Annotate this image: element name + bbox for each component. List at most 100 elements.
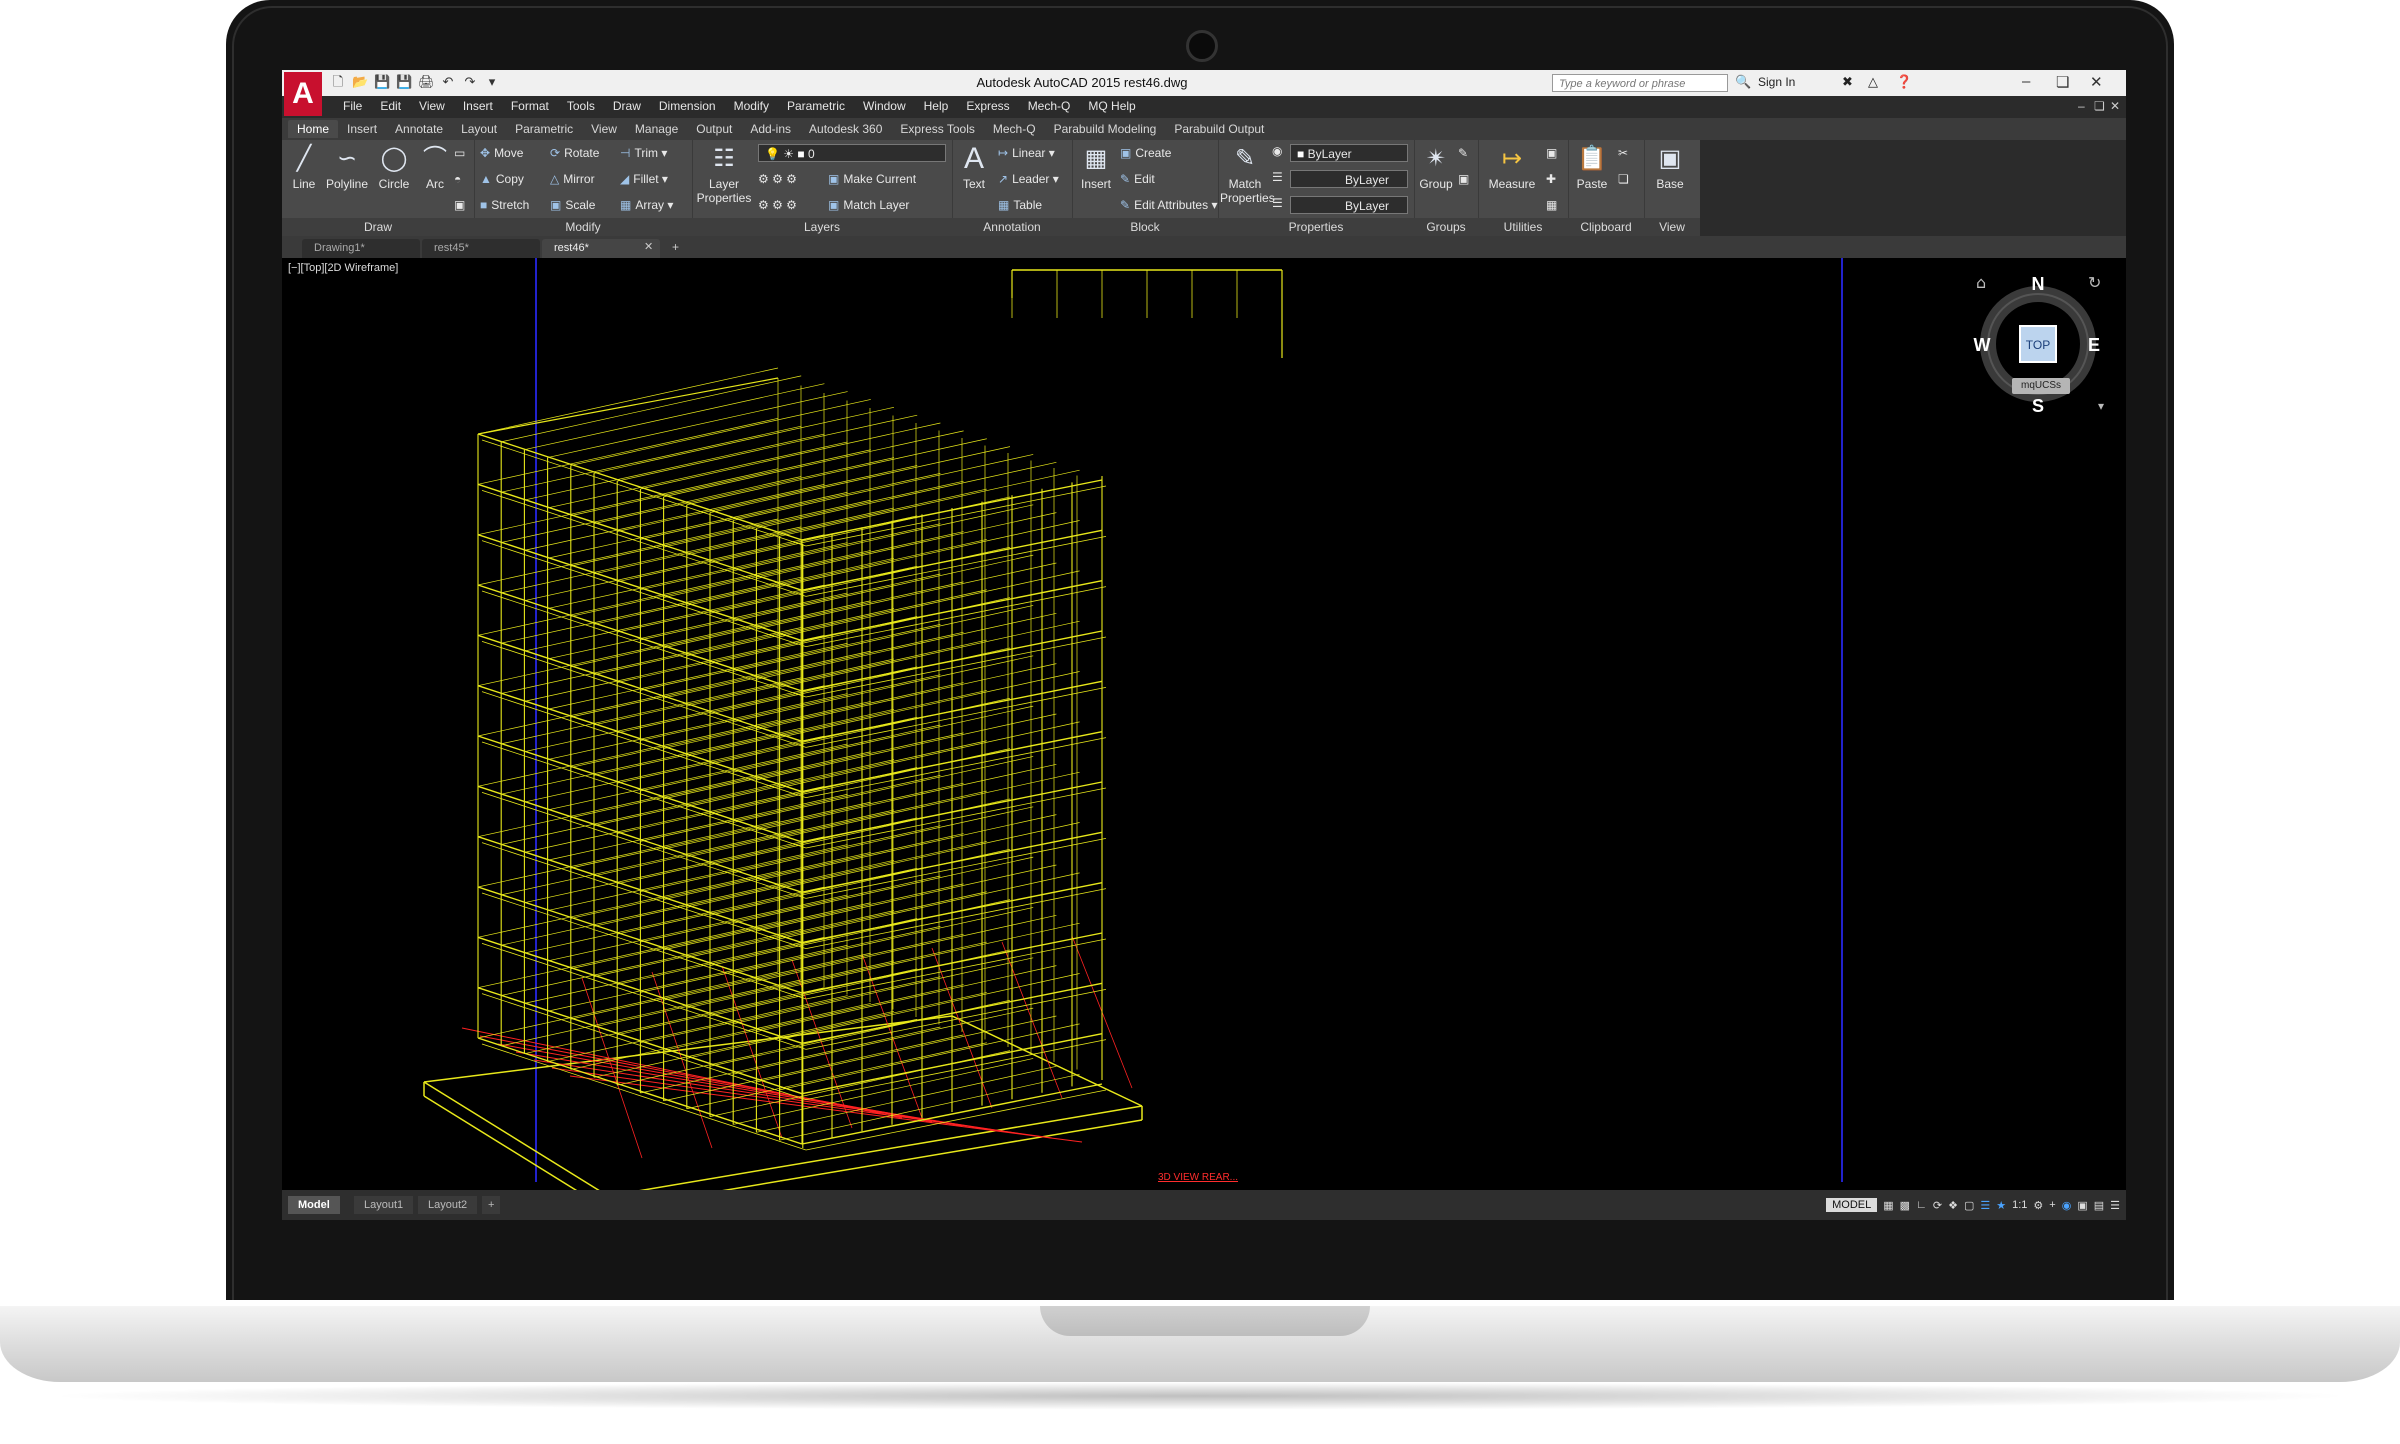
panel-title-clipboard[interactable]: Clipboard bbox=[1568, 218, 1644, 236]
rectangle-icon[interactable]: ▭ bbox=[454, 146, 465, 160]
doc-tab-rest45[interactable]: rest45* bbox=[422, 239, 540, 258]
quick-select-icon[interactable]: ▣ bbox=[1546, 146, 1557, 160]
tab-annotate[interactable]: Annotate bbox=[386, 120, 452, 138]
menu-format[interactable]: Format bbox=[502, 99, 558, 113]
point-icon[interactable]: ✚ bbox=[1546, 172, 1556, 186]
plus-icon[interactable]: + bbox=[2049, 1199, 2055, 1211]
redo-icon[interactable]: ↷ bbox=[462, 74, 478, 90]
linetype-dropdown[interactable]: ByLayer bbox=[1290, 170, 1408, 188]
match-layer-button[interactable]: ▣ Match Layer bbox=[828, 198, 909, 212]
match-properties-button[interactable]: ✎ Match Properties bbox=[1220, 144, 1275, 205]
fillet-button[interactable]: ◢ Fillet ▾ bbox=[620, 172, 668, 186]
edit-attributes-button[interactable]: ✎ Edit Attributes ▾ bbox=[1120, 198, 1217, 212]
menu-dimension[interactable]: Dimension bbox=[650, 99, 725, 113]
fullscreen-icon[interactable]: ▤ bbox=[2094, 1199, 2104, 1212]
hatch-icon[interactable]: ◓ bbox=[454, 172, 461, 186]
annotation-visibility-icon[interactable]: ★ bbox=[1996, 1199, 2006, 1212]
a360-icon[interactable]: △ bbox=[1868, 74, 1878, 90]
viewcube[interactable]: TOP N S E W ⌂ ↻ ▾ bbox=[1974, 273, 2105, 416]
menu-express[interactable]: Express bbox=[957, 99, 1018, 113]
edit-button[interactable]: ✎ Edit bbox=[1120, 172, 1155, 186]
compass-w[interactable]: W bbox=[1974, 335, 1991, 355]
measure-button[interactable]: ↦ Measure bbox=[1482, 144, 1542, 191]
line-button[interactable]: ╱ Line bbox=[286, 144, 322, 191]
scale-button[interactable]: ▣ Scale bbox=[550, 198, 595, 212]
layer-tools-row2[interactable]: ⚙ ⚙ ⚙ bbox=[758, 198, 797, 212]
tab-home[interactable]: Home bbox=[288, 120, 339, 138]
drawing-area[interactable]: [−][Top][2D Wireframe] TOP N S E W ⌂ ↻ ▾… bbox=[282, 258, 2126, 1190]
copy-button[interactable]: ▲ Copy bbox=[480, 172, 524, 186]
create-button[interactable]: ▣ Create bbox=[1120, 146, 1171, 160]
undo-icon[interactable]: ↶ bbox=[440, 74, 456, 90]
snap-icon[interactable]: ▩ bbox=[1900, 1199, 1910, 1212]
layout-tab-model[interactable]: Model bbox=[288, 1196, 340, 1214]
paste-button[interactable]: 📋 Paste bbox=[1572, 144, 1612, 191]
panel-title-draw[interactable]: Draw bbox=[282, 218, 474, 236]
menu-help[interactable]: Help bbox=[915, 99, 958, 113]
tab-parametric[interactable]: Parametric bbox=[506, 120, 582, 138]
exchange-icon[interactable]: ✖ bbox=[1842, 74, 1853, 90]
tab-insert[interactable]: Insert bbox=[338, 120, 386, 138]
base-button[interactable]: ▣ Base bbox=[1650, 144, 1690, 191]
compass-n[interactable]: N bbox=[2032, 274, 2045, 294]
osnap-icon[interactable]: ❖ bbox=[1948, 1199, 1958, 1212]
layer-tools-row1[interactable]: ⚙ ⚙ ⚙ bbox=[758, 172, 797, 186]
model-space-button[interactable]: MODEL bbox=[1826, 1198, 1878, 1212]
rotate-button[interactable]: ⟳ Rotate bbox=[550, 146, 599, 160]
isolate-icon[interactable]: ▣ bbox=[2077, 1199, 2087, 1212]
polyline-button[interactable]: ∽ Polyline bbox=[324, 144, 370, 191]
layer-dropdown[interactable]: 💡 ☀ ■ 0 bbox=[758, 144, 946, 162]
arc-button[interactable]: ⌒ Arc bbox=[418, 144, 452, 191]
tab-parabuild-modeling[interactable]: Parabuild Modeling bbox=[1045, 120, 1166, 138]
panel-title-groups[interactable]: Groups bbox=[1414, 218, 1478, 236]
close-icon[interactable]: ✕ bbox=[2090, 73, 2103, 91]
color-dropdown[interactable]: ■ ByLayer bbox=[1290, 144, 1408, 162]
doc-minimize-icon[interactable]: – bbox=[2078, 99, 2085, 113]
panel-title-utilities[interactable]: Utilities bbox=[1478, 218, 1568, 236]
panel-title-block[interactable]: Block bbox=[1072, 218, 1218, 236]
new-tab-icon[interactable]: + bbox=[672, 240, 679, 254]
help-icon[interactable]: ❓ bbox=[1896, 74, 1912, 90]
hardware-accel-icon[interactable]: ◉ bbox=[2062, 1199, 2072, 1212]
panel-title-properties[interactable]: Properties bbox=[1218, 218, 1414, 236]
otrack-icon[interactable]: ▢ bbox=[1964, 1199, 1974, 1212]
add-layout-icon[interactable]: + bbox=[482, 1196, 501, 1214]
tab-autodesk-360[interactable]: Autodesk 360 bbox=[800, 120, 891, 138]
save-as-icon[interactable]: 💾 bbox=[396, 74, 412, 90]
menu-mech-q[interactable]: Mech-Q bbox=[1019, 99, 1080, 113]
tab-layout[interactable]: Layout bbox=[452, 120, 506, 138]
menu-window[interactable]: Window bbox=[854, 99, 915, 113]
search-input[interactable]: Type a keyword or phrase bbox=[1552, 74, 1728, 92]
application-menu-button[interactable]: A bbox=[284, 72, 322, 116]
menu-file[interactable]: File bbox=[334, 99, 371, 113]
ortho-icon[interactable]: ∟ bbox=[1916, 1199, 1927, 1211]
trim-button[interactable]: ⊣ Trim ▾ bbox=[620, 146, 667, 160]
group-edit-icon[interactable]: ▣ bbox=[1458, 172, 1469, 186]
lineweight-dropdown[interactable]: ByLayer bbox=[1290, 196, 1408, 214]
customize-menu-icon[interactable]: ☰ bbox=[2110, 1199, 2120, 1212]
menu-edit[interactable]: Edit bbox=[371, 99, 410, 113]
workspace-gear-icon[interactable]: ⚙ bbox=[2033, 1199, 2043, 1212]
ucs-menu-button[interactable]: mqUCSs bbox=[2012, 378, 2070, 394]
close-tab-icon[interactable]: ✕ bbox=[644, 240, 653, 253]
restore-icon[interactable]: ❏ bbox=[2056, 73, 2069, 91]
tab-mech-q[interactable]: Mech-Q bbox=[984, 120, 1045, 138]
linear-button[interactable]: ↦ Linear ▾ bbox=[998, 146, 1055, 160]
circle-button[interactable]: ◯ Circle bbox=[372, 144, 416, 191]
calculator-icon[interactable]: ▦ bbox=[1546, 198, 1557, 212]
text-button[interactable]: A Text bbox=[954, 144, 994, 192]
insert-button[interactable]: ▦ Insert bbox=[1074, 144, 1118, 191]
menu-mq-help[interactable]: MQ Help bbox=[1079, 99, 1144, 113]
open-icon[interactable]: 📂 bbox=[352, 74, 368, 90]
menu-draw[interactable]: Draw bbox=[604, 99, 650, 113]
tab-manage[interactable]: Manage bbox=[626, 120, 687, 138]
panel-title-annotation[interactable]: Annotation bbox=[952, 218, 1072, 236]
mirror-button[interactable]: △ Mirror bbox=[550, 172, 595, 186]
doc-close-icon[interactable]: ✕ bbox=[2110, 99, 2120, 113]
polar-icon[interactable]: ⟳ bbox=[1933, 1199, 1942, 1212]
ungroup-icon[interactable]: ✎ bbox=[1458, 146, 1468, 160]
compass-s[interactable]: S bbox=[2032, 396, 2044, 416]
save-icon[interactable]: 💾 bbox=[374, 74, 390, 90]
stretch-button[interactable]: ■ Stretch bbox=[480, 198, 529, 212]
doc-restore-icon[interactable]: ❏ bbox=[2094, 99, 2105, 113]
